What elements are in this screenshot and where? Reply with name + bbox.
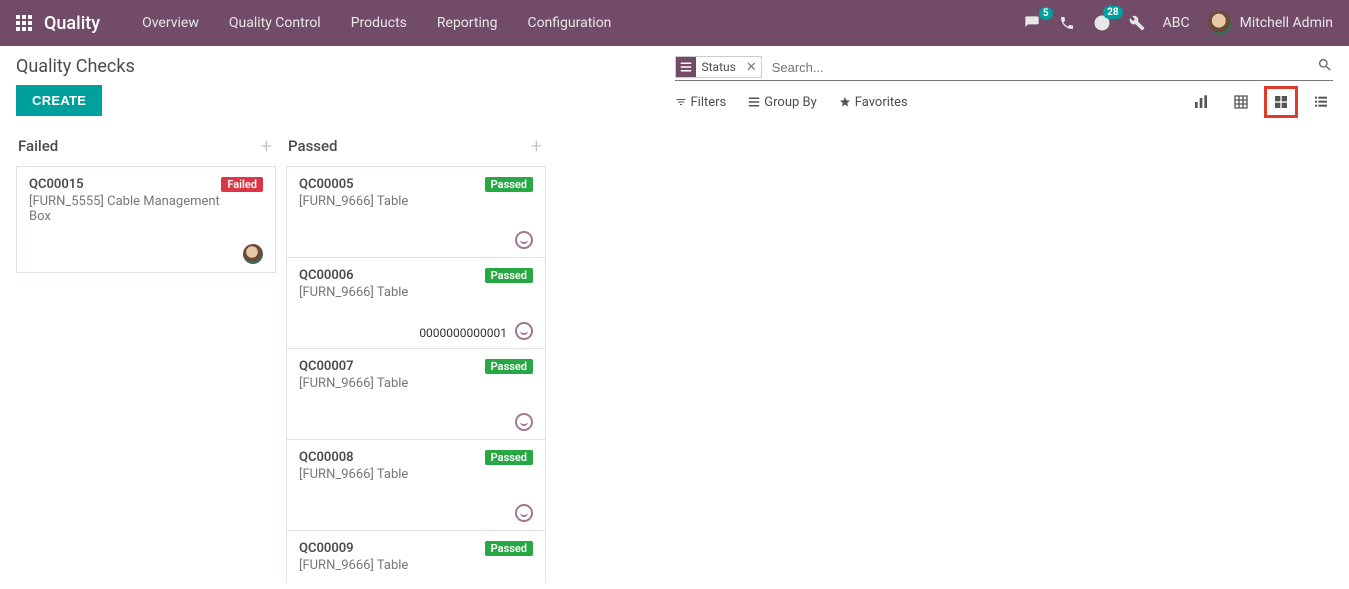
debug-icon[interactable] [1129, 15, 1145, 31]
messages-icon[interactable]: 5 [1023, 15, 1041, 31]
search-icon[interactable] [1317, 57, 1333, 77]
status-badge: Passed [485, 359, 533, 374]
kanban-card[interactable]: QC00015 [FURN_5555] Cable Management Box… [16, 166, 276, 273]
create-button[interactable]: CREATE [16, 85, 102, 116]
priority-icon[interactable] [515, 322, 533, 340]
card-code: QC00015 [29, 177, 221, 192]
kanban-column-passed: Passed + QC00005 [FURN_9666] Table Passe… [286, 130, 546, 583]
card-product: [FURN_9666] Table [299, 558, 408, 573]
search-bar: Status ✕ [675, 56, 1334, 81]
card-product: [FURN_9666] Table [299, 194, 408, 209]
column-add-icon[interactable]: + [531, 136, 542, 156]
group-by-label: Group By [764, 95, 817, 110]
kanban-card[interactable]: QC00005 [FURN_9666] Table Passed [287, 167, 545, 258]
company-selector[interactable]: ABC [1163, 15, 1190, 31]
card-lot: 0000000000001 [419, 326, 507, 340]
app-title[interactable]: Quality [44, 13, 100, 34]
assignee-avatar-icon[interactable] [243, 244, 263, 264]
graph-view-button[interactable] [1189, 91, 1213, 113]
priority-icon[interactable] [515, 504, 533, 522]
pivot-view-button[interactable] [1229, 91, 1253, 113]
apps-icon[interactable] [16, 15, 32, 31]
column-header[interactable]: Passed + [286, 130, 546, 166]
card-code: QC00009 [299, 541, 408, 556]
kanban-card[interactable]: QC00008 [FURN_9666] Table Passed [287, 440, 545, 531]
filters-label: Filters [691, 95, 727, 110]
filters-dropdown[interactable]: Filters [675, 95, 727, 110]
menu-overview[interactable]: Overview [128, 9, 213, 37]
card-code: QC00005 [299, 177, 408, 192]
facet-remove-icon[interactable]: ✕ [742, 60, 761, 75]
user-avatar-icon [1208, 11, 1232, 35]
menu-reporting[interactable]: Reporting [423, 9, 512, 37]
search-facet-label: Status [696, 60, 742, 74]
kanban-column-failed: Failed + QC00015 [FURN_5555] Cable Manag… [16, 130, 276, 583]
activities-badge: 28 [1103, 6, 1122, 19]
search-facet-status[interactable]: Status ✕ [675, 56, 762, 78]
kanban-card[interactable]: QC00009 [FURN_9666] Table Passed [287, 531, 545, 583]
card-code: QC00008 [299, 450, 408, 465]
card-product: [FURN_9666] Table [299, 376, 408, 391]
column-header[interactable]: Failed + [16, 130, 276, 166]
kanban-view-button[interactable] [1269, 91, 1293, 113]
user-name: Mitchell Admin [1240, 15, 1333, 31]
page-title: Quality Checks [16, 56, 675, 77]
status-badge: Passed [485, 541, 533, 556]
kanban-card[interactable]: QC00006 [FURN_9666] Table Passed 0000000… [287, 258, 545, 349]
user-menu[interactable]: Mitchell Admin [1208, 11, 1333, 35]
card-product: [FURN_5555] Cable Management Box [29, 194, 221, 224]
list-view-button[interactable] [1309, 91, 1333, 113]
search-input[interactable] [768, 58, 1317, 77]
messages-badge: 5 [1039, 7, 1053, 20]
card-product: [FURN_9666] Table [299, 467, 408, 482]
kanban-board: Failed + QC00015 [FURN_5555] Cable Manag… [0, 122, 1349, 583]
priority-icon[interactable] [515, 413, 533, 431]
menu-quality-control[interactable]: Quality Control [215, 9, 335, 37]
favorites-label: Favorites [855, 95, 908, 110]
card-product: [FURN_9666] Table [299, 285, 408, 300]
menu-configuration[interactable]: Configuration [513, 9, 625, 37]
activities-icon[interactable]: 28 [1093, 14, 1111, 32]
status-badge: Passed [485, 268, 533, 283]
menu-products[interactable]: Products [337, 9, 421, 37]
card-code: QC00006 [299, 268, 408, 283]
card-code: QC00007 [299, 359, 408, 374]
status-badge: Passed [485, 177, 533, 192]
column-title: Failed [18, 137, 58, 155]
priority-icon[interactable] [515, 231, 533, 249]
control-bottom-row: Filters Group By Favorites [675, 91, 1334, 113]
status-badge: Passed [485, 450, 533, 465]
column-title: Passed [288, 137, 338, 155]
top-navbar: Quality Overview Quality Control Product… [0, 0, 1349, 46]
groupby-facet-icon [676, 57, 696, 77]
column-add-icon[interactable]: + [261, 136, 272, 156]
phone-icon[interactable] [1059, 15, 1075, 31]
group-by-dropdown[interactable]: Group By [748, 95, 817, 110]
control-panel: Quality Checks CREATE Status ✕ Filters [0, 46, 1349, 122]
view-switcher [1189, 91, 1333, 113]
topbar-right: 5 28 ABC Mitchell Admin [1023, 11, 1333, 35]
favorites-dropdown[interactable]: Favorites [839, 95, 908, 110]
main-menu: Overview Quality Control Products Report… [128, 9, 625, 37]
kanban-card[interactable]: QC00007 [FURN_9666] Table Passed [287, 349, 545, 440]
status-badge: Failed [221, 177, 263, 192]
